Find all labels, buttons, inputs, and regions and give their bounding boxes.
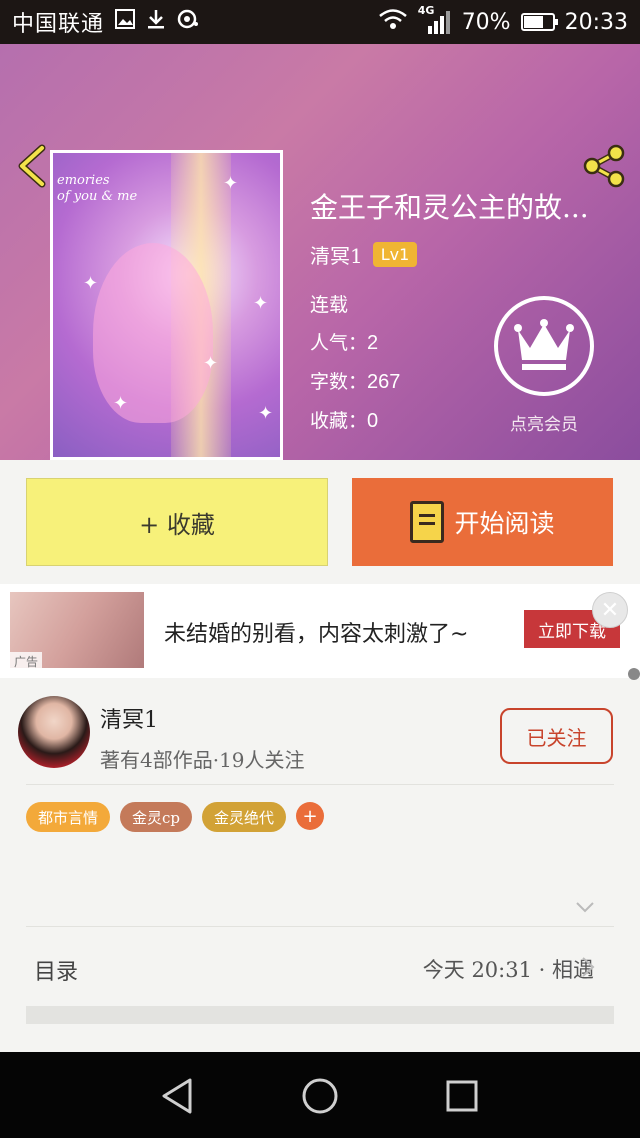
popularity-value: 2 (367, 332, 379, 354)
download-icon (146, 8, 166, 36)
navigation-bar (0, 1052, 640, 1138)
serial-status: 连载 (310, 294, 349, 316)
share-button[interactable] (580, 142, 628, 190)
cover-text: emories of you & me (57, 173, 138, 204)
circle-home-icon (302, 1078, 338, 1114)
content-placeholder (26, 1006, 614, 1024)
popularity-label: 人气： (310, 332, 368, 354)
cover-figure (93, 243, 213, 423)
nav-back-button[interactable] (156, 1074, 200, 1118)
triangle-back-icon (162, 1078, 192, 1114)
notification-icon (176, 8, 200, 36)
ad-close-button[interactable]: ✕ (592, 592, 628, 628)
wifi-icon (378, 8, 408, 36)
nav-recents-button[interactable] (440, 1074, 484, 1118)
favorites: 收藏：0 (310, 406, 378, 433)
sparkle-icon: ✦ (203, 353, 219, 374)
divider (26, 784, 614, 785)
battery-percent: 70% (461, 9, 511, 35)
level-badge: Lv1 (372, 242, 418, 267)
ad-banner[interactable]: 未结婚的别看，内容太刺激了~ 立即下载 ✕ (0, 584, 640, 678)
avatar[interactable] (18, 696, 90, 768)
tag-item[interactable]: 金灵cp (120, 802, 193, 832)
vip-button[interactable] (494, 296, 594, 396)
book-cover[interactable]: emories of you & me ✦ ✦ ✦ ✦ ✦ ✦ (50, 150, 283, 460)
toc-label[interactable]: 目录 (34, 954, 78, 986)
crown-icon (514, 319, 574, 370)
author-card-name[interactable]: 清冥1 (100, 702, 158, 734)
word-count-value: 267 (367, 371, 401, 393)
popularity: 人气：2 (310, 328, 378, 355)
book-title: 金王子和灵公主的故... (310, 191, 589, 224)
clock: 20:33 (564, 9, 628, 35)
favorites-value: 0 (367, 410, 379, 432)
ad-info-icon[interactable] (628, 668, 640, 680)
sparkle-icon: ✦ (113, 393, 129, 414)
book-icon (410, 501, 445, 543)
toc-arrow[interactable] (580, 956, 596, 978)
chevron-left-icon (18, 144, 46, 188)
word-count: 字数：267 (310, 367, 400, 394)
tag-item[interactable]: 金灵绝代 (202, 802, 287, 832)
tag-list: 都市言情 金灵cp 金灵绝代 + (26, 802, 325, 832)
battery-icon (520, 13, 558, 31)
square-recents-icon (446, 1080, 478, 1112)
start-reading-label: 开始阅读 (454, 509, 555, 538)
add-tag-button[interactable]: + (296, 802, 325, 830)
chevron-down-icon (576, 902, 594, 913)
signal-icon: 4G (418, 4, 452, 36)
carrier-name: 中国联通 (12, 12, 105, 37)
sparkle-icon: ✦ (223, 173, 239, 194)
ad-tag: 广告 (10, 652, 43, 671)
sparkle-icon: ✦ (258, 403, 274, 424)
author-stats: 著有4部作品·19人关注 (100, 748, 305, 772)
gallery-icon (114, 8, 136, 36)
battery-fill (523, 16, 544, 28)
start-reading-button[interactable]: 开始阅读 (352, 478, 613, 566)
close-icon: ✕ (600, 597, 620, 623)
sparkle-icon: ✦ (253, 293, 269, 314)
back-button[interactable] (14, 144, 54, 188)
tag-item[interactable]: 都市言情 (26, 802, 111, 832)
toc-latest-chapter[interactable]: 今天 20:31 · 相遇 (423, 954, 594, 984)
divider (26, 926, 614, 927)
status-bar: 中国联通 4G 70% 20:33 (0, 0, 640, 44)
follow-button[interactable]: 已关注 (500, 708, 613, 764)
expand-button[interactable] (574, 896, 596, 918)
ad-text[interactable]: 未结婚的别看，内容太刺激了~ (164, 616, 468, 648)
book-header: emories of you & me ✦ ✦ ✦ ✦ ✦ ✦ 金王子和灵公主的… (0, 44, 640, 460)
collect-button[interactable]: + 收藏 (26, 478, 328, 566)
author-row: 清冥1 Lv1 (310, 240, 418, 269)
word-count-label: 字数： (310, 371, 368, 393)
nav-home-button[interactable] (298, 1074, 342, 1118)
author-name[interactable]: 清冥1 (310, 240, 363, 269)
favorites-label: 收藏： (310, 410, 368, 432)
chevron-right-icon (582, 957, 595, 977)
sparkle-icon: ✦ (83, 273, 99, 294)
share-icon (583, 144, 625, 188)
vip-label: 点亮会员 (510, 415, 578, 435)
